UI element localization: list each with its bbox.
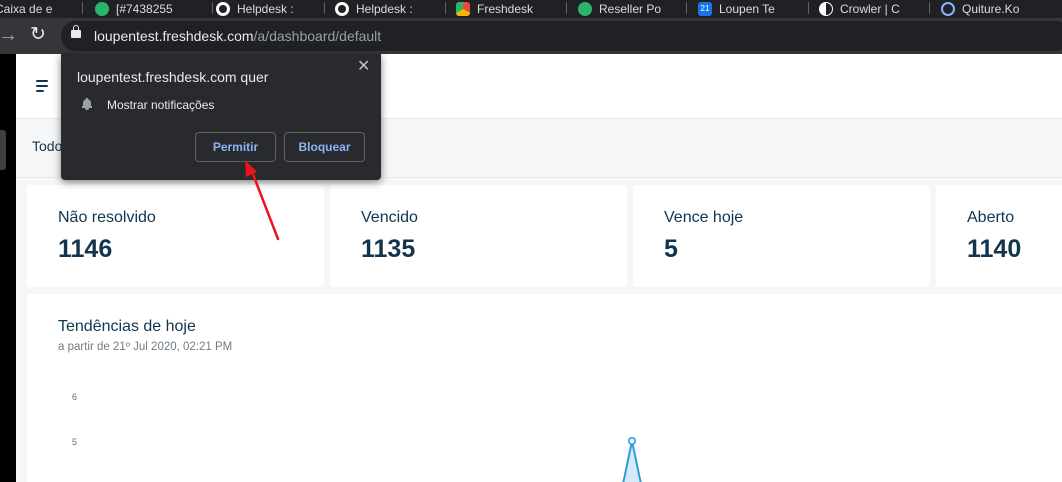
menu-icon[interactable]	[36, 80, 48, 95]
stat-card-unresolved[interactable]: Não resolvido 1146	[27, 185, 324, 287]
popup-title: loupentest.freshdesk.com quer	[77, 69, 269, 85]
stat-card-open[interactable]: Aberto 1140	[936, 185, 1062, 287]
forward-arrow-icon[interactable]: →	[0, 24, 18, 46]
tab-separator	[324, 2, 325, 14]
browser-toolbar: → ↻ loupentest.freshdesk.com/a/dashboard…	[0, 18, 1062, 54]
tab-separator	[566, 2, 567, 14]
tab-label: Reseller Po	[599, 2, 662, 16]
tab-label: [#7438255	[116, 2, 173, 16]
tab-label: Helpdesk :	[356, 2, 413, 16]
tab-separator	[808, 2, 809, 14]
browser-tab[interactable]: Helpdesk :	[216, 0, 294, 18]
url-host: loupentest.freshdesk.com	[94, 28, 254, 44]
trend-chart: 6 5	[72, 392, 642, 482]
tab-label: Crowler | C	[840, 2, 900, 16]
ring-icon	[216, 2, 230, 16]
stat-card-title: Não resolvido	[58, 209, 156, 226]
browser-tab[interactable]: [#7438255	[95, 0, 173, 18]
data-point[interactable]	[627, 437, 636, 446]
filter-label[interactable]: Todo	[32, 138, 62, 154]
tab-separator	[212, 2, 213, 14]
freshdesk-green-icon	[95, 2, 109, 16]
tab-separator	[82, 2, 83, 14]
stat-card-due-today[interactable]: Vence hoje 5	[633, 185, 930, 287]
y-tick-label: 5	[72, 437, 77, 447]
y-tick-label: 6	[72, 392, 77, 402]
browser-tab[interactable]: Freshdesk	[456, 0, 533, 18]
allow-button[interactable]: Permitir	[195, 132, 276, 162]
trends-panel: Tendências de hoje a partir de 21º Jul 2…	[27, 294, 1062, 482]
browser-tab[interactable]: Crowler | C	[819, 0, 900, 18]
url-path: /a/dashboard/default	[253, 28, 382, 44]
stat-card-value: 1140	[967, 235, 1022, 263]
block-button[interactable]: Bloquear	[284, 132, 365, 162]
reload-icon[interactable]: ↻	[30, 24, 46, 46]
browser-tab[interactable]: Caixa de e	[0, 0, 52, 18]
bell-icon	[82, 98, 92, 110]
calendar-icon: 21	[698, 2, 712, 16]
crowler-icon	[819, 2, 833, 16]
stat-card-title: Vence hoje	[664, 209, 744, 226]
stat-card-title: Vencido	[361, 209, 418, 226]
tab-separator	[929, 2, 930, 14]
tab-label: Loupen Te	[719, 2, 775, 16]
browser-tab[interactable]: Quiture.Ko	[941, 0, 1019, 18]
tab-separator	[686, 2, 687, 14]
stat-card-title: Aberto	[967, 209, 1015, 226]
lock-icon[interactable]	[71, 25, 81, 38]
tab-label: Quiture.Ko	[962, 2, 1020, 16]
url-text[interactable]: loupentest.freshdesk.com/a/dashboard/def…	[94, 28, 381, 44]
freshworks-icon	[456, 2, 470, 16]
stat-card-value: 1146	[58, 235, 113, 263]
swirl-icon	[941, 2, 955, 16]
left-edge	[0, 54, 16, 482]
notification-permission-popup: loupentest.freshdesk.com quer ✕ Mostrar …	[61, 54, 381, 180]
stat-card-overdue[interactable]: Vencido 1135	[330, 185, 627, 287]
address-bar[interactable]: loupentest.freshdesk.com/a/dashboard/def…	[61, 21, 1062, 51]
tab-label: Caixa de e	[0, 2, 53, 16]
tab-label: Helpdesk :	[237, 2, 294, 16]
browser-tab[interactable]: Reseller Po	[578, 0, 661, 18]
freshdesk-green-icon	[578, 2, 592, 16]
tab-label: Freshdesk	[477, 2, 534, 16]
tab-separator	[445, 2, 446, 14]
browser-tab[interactable]: Helpdesk :	[335, 0, 413, 18]
permission-label: Mostrar notificações	[107, 98, 215, 112]
browser-tab-strip: Caixa de e [#7438255 Helpdesk : Helpdesk…	[0, 0, 1062, 18]
left-edge-handle	[0, 130, 6, 170]
close-icon[interactable]: ✕	[357, 56, 370, 76]
stat-card-value: 1135	[361, 235, 416, 263]
browser-tab[interactable]: 21 Loupen Te	[698, 0, 775, 18]
stat-card-value: 5	[664, 235, 678, 263]
ring-icon	[335, 2, 349, 16]
